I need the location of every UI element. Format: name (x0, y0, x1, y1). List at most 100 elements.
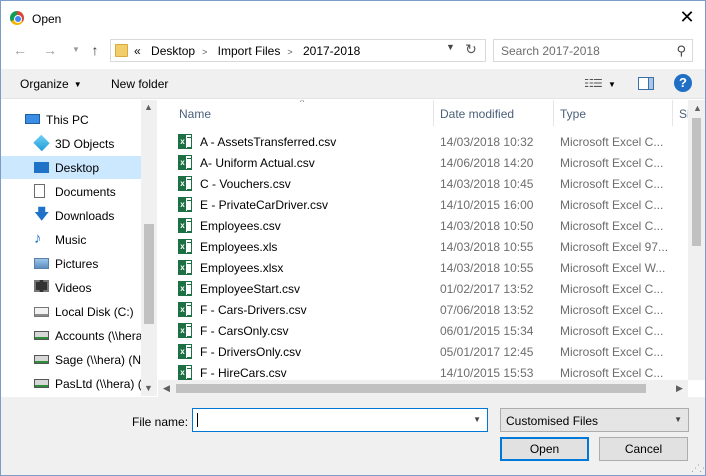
file-row[interactable]: A - AssetsTransferred.csv 14/03/2018 10:3… (158, 131, 688, 152)
sidebar-item[interactable]: 3D Objects (1, 132, 141, 155)
column-type[interactable]: Type (560, 107, 586, 121)
scroll-down-icon[interactable]: ▼ (144, 383, 153, 393)
sidebar-item[interactable]: Accounts (\\hera (1, 324, 141, 347)
cancel-button[interactable]: Cancel (599, 437, 688, 461)
sidebar-item[interactable]: Documents (1, 180, 141, 203)
file-row[interactable]: Employees.xlsx 14/03/2018 10:55 Microsoft … (158, 257, 688, 278)
file-name-label: File name: (132, 415, 189, 429)
file-name: Employees.csv (200, 219, 281, 233)
sidebar-item-label: Accounts (\\hera (55, 329, 141, 343)
excel-file-icon (178, 197, 192, 212)
file-row[interactable]: F - DriversOnly.csv 05/01/2017 12:45 Micro… (158, 341, 688, 362)
file-type: Microsoft Excel C... (560, 156, 664, 170)
breadcrumb-separator-icon[interactable]: > (287, 47, 292, 57)
refresh-icon[interactable]: ↻ (463, 41, 479, 57)
view-details-icon[interactable]: ☷☰ (584, 77, 603, 90)
file-list-vertical-scrollbar[interactable]: ▲ (688, 100, 705, 380)
file-date-modified: 14/10/2015 16:00 (440, 198, 534, 212)
open-button[interactable]: Open (500, 437, 589, 461)
file-type: Microsoft Excel C... (560, 282, 664, 296)
scroll-right-icon[interactable]: ▶ (676, 383, 683, 394)
music-icon: ♪ (34, 230, 42, 247)
file-date-modified: 06/01/2015 15:34 (440, 324, 534, 338)
file-date-modified: 01/02/2017 13:52 (440, 282, 534, 296)
column-divider[interactable] (433, 100, 434, 126)
sidebar-item[interactable]: 🡇 Downloads (1, 204, 141, 227)
excel-file-icon (178, 281, 192, 296)
address-bar[interactable]: « Desktop > Import Files > 2017-2018 (110, 39, 486, 62)
file-type: Microsoft Excel 97... (560, 240, 669, 254)
file-name: F - CarsOnly.csv (200, 324, 289, 338)
view-options-chevron-icon[interactable]: ▼ (608, 80, 616, 89)
cube-icon (33, 134, 50, 152)
sidebar-item[interactable]: ♪ Music (1, 228, 141, 251)
preview-pane-icon[interactable] (638, 77, 654, 90)
breadcrumb-import-files[interactable]: Import Files (218, 44, 281, 58)
file-type: Microsoft Excel W... (560, 261, 666, 275)
file-name-input[interactable]: ▼ (192, 408, 488, 432)
close-button[interactable]: ✕ (677, 7, 697, 27)
documents-icon (34, 184, 45, 198)
sidebar-item[interactable]: PasLtd (\\hera) ( (1, 372, 141, 395)
column-divider[interactable] (672, 100, 673, 126)
breadcrumb-separator-icon[interactable]: > (202, 47, 207, 57)
address-dropdown-chevron-icon[interactable]: ▼ (446, 42, 458, 52)
excel-file-icon (178, 260, 192, 275)
file-row[interactable]: Employees.csv 14/03/2018 10:50 Microsoft E… (158, 215, 688, 236)
excel-file-icon (178, 176, 192, 191)
navigation-pane: This PC 3D Objects Desktop Documents 🡇 Downlo… (1, 100, 157, 396)
back-arrow-icon[interactable]: ← (11, 41, 29, 59)
breadcrumb-overflow[interactable]: « (134, 44, 141, 58)
file-row[interactable]: EmployeeStart.csv 01/02/2017 13:52 Microso… (158, 278, 688, 299)
scroll-left-icon[interactable]: ◀ (163, 383, 170, 394)
forward-arrow-icon[interactable]: → (41, 41, 59, 59)
sidebar-item[interactable]: Sage (\\hera) (N (1, 348, 141, 371)
file-list-horizontal-scrollbar[interactable]: ◀ ▶ (158, 380, 688, 397)
scroll-up-icon[interactable]: ▲ (144, 102, 153, 112)
file-type-select[interactable]: Customised Files ▼ (500, 408, 689, 432)
help-icon[interactable]: ? (674, 74, 692, 92)
sidebar-item[interactable]: Videos (1, 276, 141, 299)
resize-grip-icon[interactable]: ⋰⋰ (691, 463, 706, 474)
pc-icon (25, 114, 40, 124)
sidebar-item[interactable]: Local Disk (C:) (1, 300, 141, 323)
chrome-icon (10, 11, 24, 25)
scroll-up-icon[interactable]: ▲ (693, 103, 702, 113)
sidebar-item-label: Downloads (55, 209, 115, 223)
file-row[interactable]: F - CarsOnly.csv 06/01/2015 15:34 Microsof… (158, 320, 688, 341)
file-row[interactable]: A- Uniform Actual.csv 14/06/2018 14:20 Mic… (158, 152, 688, 173)
file-name: F - HireCars.csv (200, 366, 287, 380)
organize-button[interactable]: Organize ▼ (20, 77, 82, 91)
navigation-scrollbar[interactable]: ▲ ▼ (141, 100, 157, 396)
file-date-modified: 14/10/2015 15:53 (440, 366, 534, 380)
chevron-down-icon: ▼ (73, 80, 82, 89)
search-box[interactable]: Search 2017-2018 ⚲ (493, 39, 693, 62)
file-row[interactable]: E - PrivateCarDriver.csv 14/10/2015 16:00… (158, 194, 688, 215)
new-folder-button[interactable]: New folder (111, 77, 168, 91)
column-name[interactable]: Name (179, 107, 211, 121)
sidebar-item-label: Sage (\\hera) (N (55, 353, 141, 367)
breadcrumb: « Desktop > Import Files > 2017-2018 (134, 44, 367, 58)
recent-locations-chevron-icon[interactable]: ▼ (67, 41, 85, 59)
dialog-footer: File name: ▼ Customised Files ▼ Open Can… (1, 397, 705, 475)
excel-file-icon (178, 323, 192, 338)
up-arrow-icon[interactable]: ↑ (86, 41, 104, 59)
sidebar-item[interactable]: Desktop (1, 156, 141, 179)
file-row[interactable]: F - Cars-Drivers.csv 07/06/2018 13:52 Micr… (158, 299, 688, 320)
excel-file-icon (178, 218, 192, 233)
breadcrumb-2017-2018[interactable]: 2017-2018 (303, 44, 360, 58)
file-name-dropdown-chevron-icon[interactable]: ▼ (473, 415, 481, 424)
file-row[interactable]: C - Vouchers.csv 14/03/2018 10:45 Microsof… (158, 173, 688, 194)
column-divider[interactable] (553, 100, 554, 126)
file-row[interactable]: Employees.xls 14/03/2018 10:55 Microsoft E… (158, 236, 688, 257)
file-list-horizontal-thumb[interactable] (176, 384, 646, 393)
sidebar-item[interactable]: This PC (1, 108, 141, 131)
file-list-vertical-thumb[interactable] (692, 118, 701, 246)
column-headers: ^ Name Date modified Type Si (158, 100, 705, 126)
sidebar-item[interactable]: Pictures (1, 252, 141, 275)
column-date-modified[interactable]: Date modified (440, 107, 514, 121)
pictures-icon (34, 258, 49, 269)
file-name: C - Vouchers.csv (200, 177, 291, 191)
breadcrumb-desktop[interactable]: Desktop (151, 44, 195, 58)
navigation-scroll-thumb[interactable] (144, 224, 154, 324)
